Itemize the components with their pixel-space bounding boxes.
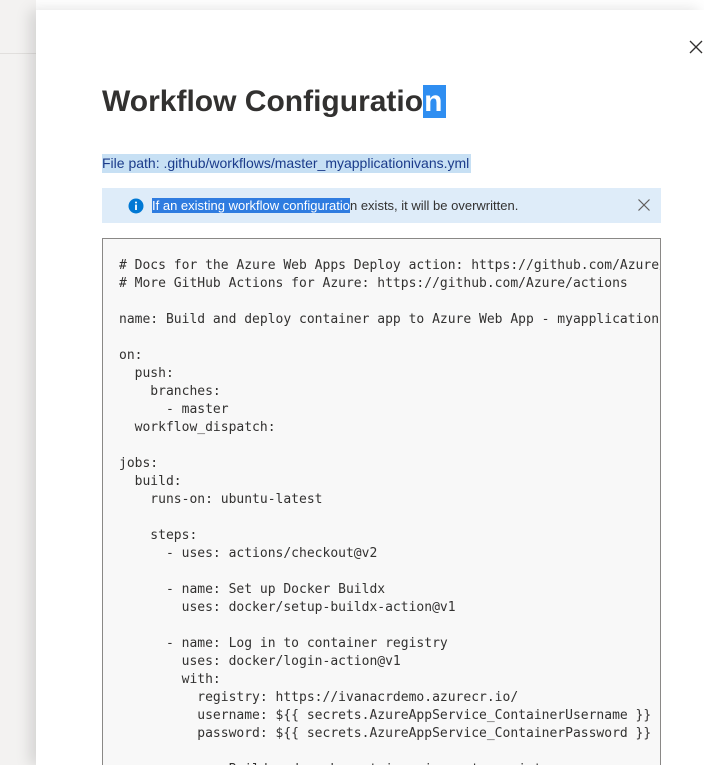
close-panel-button[interactable] [688, 36, 704, 56]
code-line: runs-on: ubuntu-latest [119, 492, 323, 507]
file-path-text: File path: .github/workflows/master_myap… [102, 154, 472, 173]
workflow-code: # Docs for the Azure Web Apps Deploy act… [119, 257, 661, 765]
code-line: on: [119, 348, 143, 363]
background-divider [0, 53, 36, 54]
code-line: - name: Set up Docker Buildx [119, 582, 386, 597]
code-line: # Docs for the Azure Web Apps Deploy act… [119, 258, 660, 273]
workflow-config-panel: Workflow Configuration File path: .githu… [36, 10, 704, 765]
code-line: name: Build and deploy container app to … [119, 312, 661, 327]
code-line: registry: https://ivanacrdemo.azurecr.io… [119, 690, 519, 705]
code-line: jobs: [119, 456, 159, 471]
info-selected-text: If an existing workflow configuratio [152, 198, 350, 213]
code-line: with: [119, 672, 221, 687]
info-rest-text: n exists, it will be overwritten. [349, 198, 519, 213]
code-line: branches: [119, 384, 221, 399]
code-line: push: [119, 366, 174, 381]
workflow-code-editor[interactable]: # Docs for the Azure Web Apps Deploy act… [102, 238, 661, 765]
code-line: uses: docker/setup-buildx-action@v1 [119, 600, 456, 615]
code-line: username: ${{ secrets.AzureAppService_Co… [119, 708, 652, 723]
code-line: - name: Build and push container image t… [119, 761, 660, 765]
info-message-bar: If an existing workflow configuration ex… [102, 188, 661, 223]
info-icon [128, 198, 144, 214]
code-line: # More GitHub Actions for Azure: https:/… [119, 276, 628, 291]
code-line: password: ${{ secrets.AzureAppService_Co… [119, 726, 652, 741]
dismiss-icon[interactable] [637, 198, 651, 212]
close-icon [689, 40, 703, 54]
code-line: - master [119, 402, 229, 417]
title-text: Workflow Configuratio [102, 85, 424, 118]
code-line: build: [119, 474, 182, 489]
code-line: - uses: actions/checkout@v2 [119, 546, 378, 561]
code-line: steps: [119, 528, 198, 543]
code-line: uses: docker/login-action@v1 [119, 654, 401, 669]
code-line: - name: Log in to container registry [119, 636, 448, 651]
info-message-text: If an existing workflow configuration ex… [152, 197, 518, 215]
background-page [0, 0, 36, 765]
page-title: Workflow Configuration [102, 82, 447, 122]
code-line: workflow_dispatch: [119, 420, 276, 435]
title-selected-text: n [423, 85, 447, 118]
